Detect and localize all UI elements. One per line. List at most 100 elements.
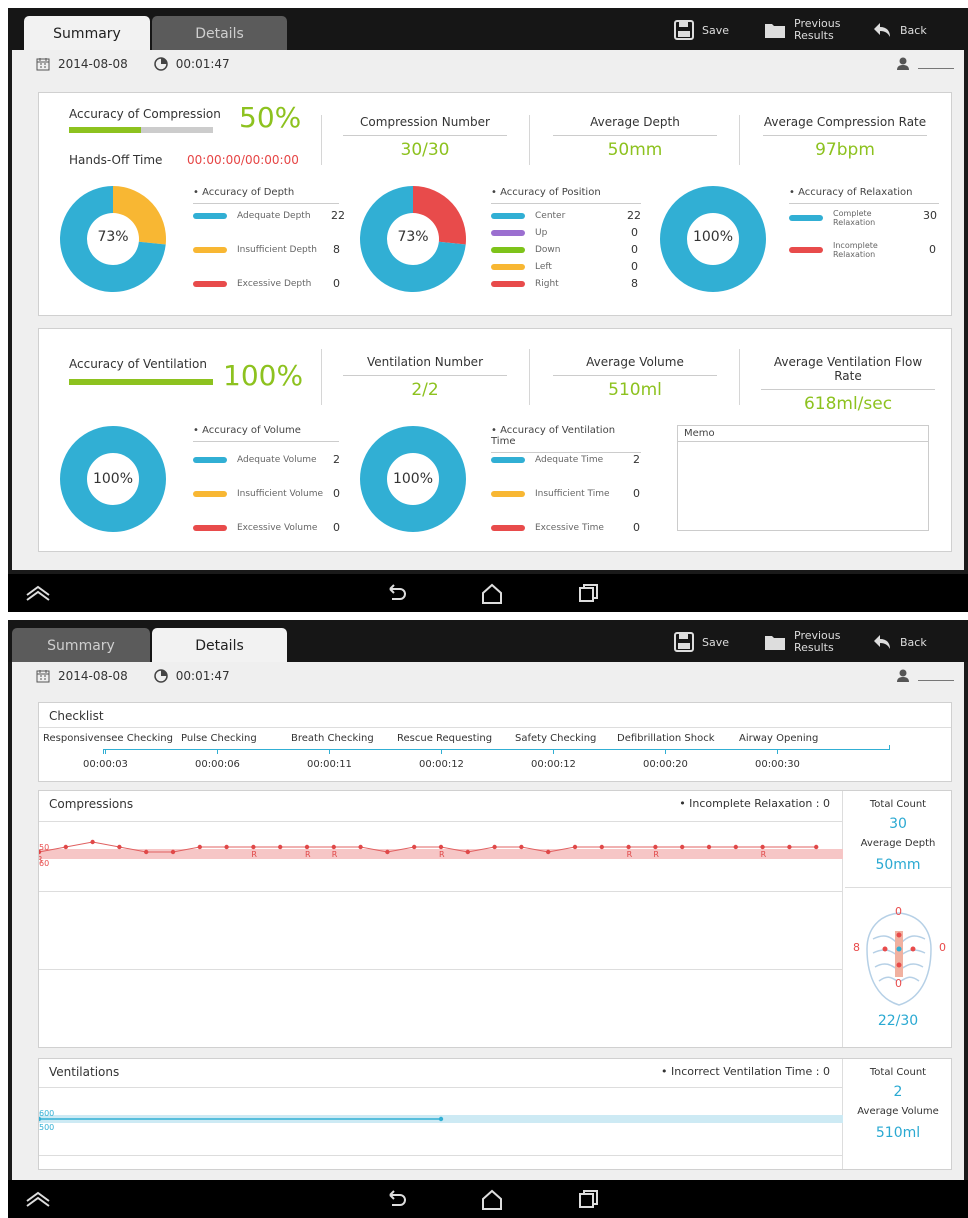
- compression-point: [197, 844, 202, 850]
- memo-box[interactable]: Memo: [677, 425, 929, 531]
- handsoff-label: Hands-Off Time: [69, 153, 163, 167]
- legend-value: 0: [333, 487, 340, 500]
- legend-value: 22: [331, 209, 345, 222]
- summary-header: 2014-08-08 00:01:47: [12, 50, 964, 84]
- relaxation-donut-center: 100%: [692, 229, 734, 245]
- legend-swatch: [491, 264, 525, 270]
- legend-value: 8: [631, 277, 638, 290]
- legend-row: Right: [491, 279, 559, 289]
- user-field[interactable]: [896, 668, 954, 682]
- total-count-label: Total Count: [869, 1067, 927, 1078]
- relaxation-legend: • Accuracy of Relaxation Complete Relaxat…: [789, 187, 939, 307]
- user-field[interactable]: [896, 56, 954, 70]
- relaxation-marker: R: [251, 850, 257, 859]
- legend-swatch: [193, 281, 227, 287]
- average-volume-value: 510ml: [875, 1125, 921, 1141]
- tab-summary[interactable]: Summary: [12, 628, 150, 664]
- session-time: 00:01:47: [175, 57, 230, 71]
- relaxation-marker: R: [653, 850, 659, 859]
- previous-results-button[interactable]: Previous Results: [764, 14, 841, 46]
- ventilations-title: Ventilations: [49, 1065, 120, 1079]
- legend-value: 0: [633, 521, 640, 534]
- compression-accuracy-bar-fill: [69, 127, 141, 133]
- legend-label: Down: [535, 245, 561, 255]
- details-screen: Summary Details Save Previous Results Bac…: [8, 620, 968, 1218]
- underline: [193, 203, 339, 204]
- position-donut-center: 73%: [397, 229, 429, 245]
- position-legend-title: • Accuracy of Position: [491, 187, 601, 198]
- chest-position-ratio: 22/30: [877, 1013, 919, 1029]
- underline: [343, 135, 507, 136]
- back-icon: [874, 23, 890, 37]
- save-button[interactable]: Save: [674, 14, 729, 46]
- divider: [529, 349, 530, 405]
- clock-icon: [154, 57, 168, 71]
- previous-results-label: Previous Results: [794, 630, 841, 654]
- compressions-title: Compressions: [49, 797, 134, 811]
- legend-label: Complete Relaxation: [833, 209, 875, 227]
- average-depth-value: 50mm: [875, 857, 921, 873]
- legend-row: Down: [491, 245, 561, 255]
- compression-number-value: 30/30: [400, 140, 450, 160]
- legend-row: Excessive Depth: [193, 279, 311, 289]
- save-button[interactable]: Save: [674, 626, 729, 658]
- flow-rate-value: 618ml/sec: [803, 394, 893, 414]
- timeline-tick: [889, 745, 890, 750]
- legend-label: Excessive Time: [535, 523, 604, 533]
- legend-swatch: [491, 491, 525, 497]
- back-arrow-icon[interactable]: [384, 1189, 408, 1209]
- legend-row: Excessive Time: [491, 523, 604, 533]
- gridline: [39, 1155, 843, 1156]
- folder-icon: [765, 24, 785, 38]
- results-label: Results: [794, 29, 834, 42]
- volume-donut-center: 100%: [92, 471, 134, 487]
- compression-point: [412, 844, 417, 850]
- chevron-up-icon[interactable]: [24, 583, 52, 603]
- back-button[interactable]: Back: [872, 14, 927, 46]
- back-arrow-icon[interactable]: [384, 583, 408, 603]
- compression-point: [438, 844, 444, 850]
- tab-summary-label: Summary: [53, 26, 121, 42]
- legend-value: 0: [631, 226, 638, 239]
- previous-results-label: Previous Results: [794, 18, 841, 42]
- recent-apps-icon[interactable]: [578, 1189, 600, 1209]
- tab-summary[interactable]: Summary: [24, 16, 150, 52]
- legend-row: Adequate Time: [491, 455, 603, 465]
- position-legend: • Accuracy of Position Center 22 Up 0 Do…: [491, 187, 641, 307]
- back-button[interactable]: Back: [872, 626, 927, 658]
- summary-panel: 2014-08-08 00:01:47 Accuracy of Compress…: [12, 50, 964, 570]
- underline: [763, 135, 927, 136]
- ventilation-number-label: Ventilation Number: [367, 355, 483, 369]
- ventilation-time-donut-center: 100%: [392, 471, 434, 487]
- legend-swatch: [491, 230, 525, 236]
- checklist-item-time: 00:00:12: [419, 759, 464, 770]
- ventilation-accuracy-bar-fill: [69, 379, 213, 385]
- legend-value: 0: [333, 277, 340, 290]
- ventilation-accuracy-label: Accuracy of Ventilation: [69, 357, 207, 371]
- save-label: Save: [702, 635, 730, 649]
- session-time: 00:01:47: [175, 669, 230, 683]
- compression-point: [572, 844, 578, 850]
- summary-screen: Summary Details Save Previous Results Bac…: [8, 8, 968, 612]
- legend-label: Adequate Depth: [237, 211, 311, 221]
- compression-point: [358, 844, 363, 850]
- legend-value: 2: [633, 453, 640, 466]
- ventilation-box: Accuracy of Ventilation 100% Ventilation…: [38, 328, 952, 552]
- average-depth-label: Average Depth: [860, 838, 936, 849]
- legend-row: Complete Relaxation: [789, 209, 875, 227]
- previous-results-button[interactable]: Previous Results: [764, 626, 841, 658]
- compressions-line-chart: RR R R R R R R: [39, 839, 819, 864]
- legend-value: 0: [333, 521, 340, 534]
- compression-point: [492, 844, 497, 850]
- tab-details[interactable]: Details: [152, 628, 287, 664]
- compression-point: [117, 844, 122, 850]
- legend-label: Insufficient Depth: [237, 245, 317, 255]
- chevron-up-icon[interactable]: [24, 1189, 52, 1209]
- legend-swatch: [491, 213, 525, 219]
- legend-value: 2: [333, 453, 340, 466]
- home-icon[interactable]: [480, 1189, 504, 1211]
- home-icon[interactable]: [480, 583, 504, 605]
- compression-point: [251, 844, 256, 850]
- tab-details[interactable]: Details: [152, 16, 287, 52]
- recent-apps-icon[interactable]: [578, 583, 600, 603]
